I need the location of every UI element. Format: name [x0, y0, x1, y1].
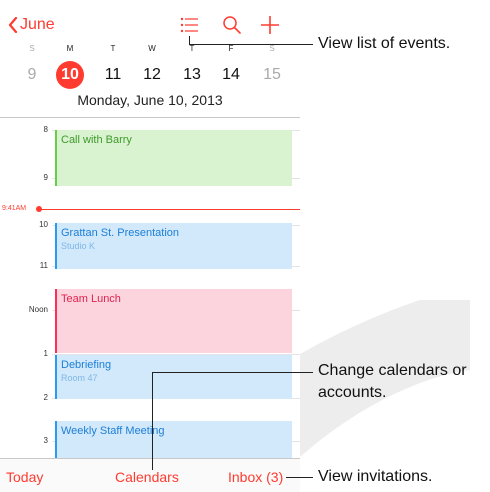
inbox-callout-text: View invitations. — [318, 468, 433, 485]
date-cell[interactable]: 9 — [15, 60, 49, 90]
hour-label: Noon — [28, 305, 48, 314]
calendars-callout-text-2: accounts. — [318, 384, 387, 401]
search-icon[interactable] — [220, 14, 244, 36]
inbox-callout-leader — [286, 477, 313, 478]
event-block[interactable]: Debriefing Room 47 — [55, 355, 292, 399]
date-cell-today[interactable]: 10 — [53, 60, 87, 90]
calendars-callout-leader-v — [152, 372, 153, 470]
calendar-screen: June SMTWTFS 9 10 11 12 13 14 15 Monday, June … — [0, 0, 300, 492]
date-cell[interactable]: 11 — [96, 60, 130, 90]
date-cell[interactable]: 15 — [255, 60, 289, 90]
weekday-letter: W — [148, 44, 156, 53]
weekday-letter: T — [110, 44, 116, 53]
back-label: June — [20, 16, 55, 33]
weekday-letter: F — [228, 44, 234, 53]
date-cell[interactable]: 13 — [175, 60, 209, 90]
weekday-letter: M — [66, 44, 74, 53]
inbox-button[interactable]: Inbox (3) — [228, 469, 283, 485]
calendars-callout-text-1: Change calendars or — [318, 362, 467, 379]
day-title: Monday, June 10, 2013 — [77, 92, 223, 108]
hour-label: 8 — [43, 125, 48, 134]
event-block[interactable]: Call with Barry — [55, 130, 292, 186]
calendars-callout-leader — [152, 372, 313, 373]
hour-label: 10 — [39, 220, 48, 229]
event-location: Room 47 — [61, 373, 98, 383]
date-cell[interactable]: 12 — [135, 60, 169, 90]
list-icon[interactable] — [178, 14, 202, 36]
current-time-label: 9:41AM — [2, 205, 27, 212]
weekday-letter: S — [29, 44, 35, 53]
event-title: Weekly Staff Meeting — [61, 425, 165, 437]
event-title: Call with Barry — [61, 134, 132, 146]
bottom-toolbar: Today Calendars Inbox (3) — [0, 458, 300, 492]
event-title: Team Lunch — [61, 293, 121, 305]
event-block[interactable]: Weekly Staff Meeting — [55, 421, 292, 458]
hour-label: 11 — [39, 261, 48, 270]
day-timeline[interactable]: 8 9 10 11 Noon 1 2 3 9:41AM Call with Barry Grat… — [0, 118, 300, 458]
nav-bar: June — [0, 8, 300, 38]
weekday-letters: SMTWTFS — [0, 44, 300, 56]
current-time-line — [40, 209, 300, 210]
list-callout-leader-v — [189, 36, 190, 44]
event-block[interactable]: Grattan St. Presentation Studio K — [55, 223, 292, 269]
event-title: Grattan St. Presentation — [61, 227, 180, 239]
weekday-letter: S — [269, 44, 275, 53]
event-location: Studio K — [61, 241, 96, 251]
today-button[interactable]: Today — [6, 469, 43, 485]
week-dates: 9 10 11 12 13 14 15 — [0, 60, 300, 90]
calendars-button[interactable]: Calendars — [115, 469, 179, 485]
list-callout-leader — [189, 44, 313, 45]
chevron-left-icon — [8, 17, 18, 33]
hour-label: 3 — [43, 436, 48, 445]
back-button[interactable]: June — [8, 16, 55, 34]
weekday-letter: T — [189, 44, 195, 53]
plus-icon[interactable] — [258, 14, 282, 36]
event-title: Debriefing — [61, 359, 112, 371]
event-block[interactable]: Team Lunch — [55, 289, 292, 353]
hour-label: 2 — [43, 393, 48, 402]
hour-label: 1 — [43, 349, 48, 358]
hour-label: 9 — [43, 173, 48, 182]
list-callout-text: View list of events. — [318, 35, 451, 52]
date-cell[interactable]: 14 — [214, 60, 248, 90]
